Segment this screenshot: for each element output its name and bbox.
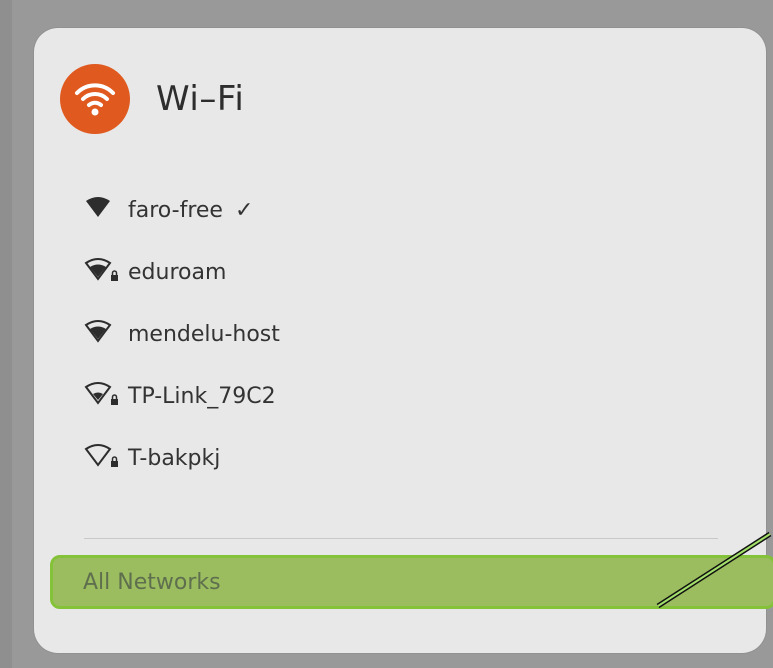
wifi-signal-low-secured-icon [84, 381, 124, 411]
pointer-arrow-icon [656, 531, 772, 609]
network-list: faro-free ✓ eduroam mendelu-host TP-Link… [84, 174, 280, 494]
wifi-title: Wi–Fi [156, 79, 245, 119]
network-name: T-bakpkj [128, 445, 221, 471]
divider [84, 538, 718, 539]
network-name: TP-Link_79C2 [128, 383, 276, 409]
checkmark-icon: ✓ [234, 197, 254, 223]
wifi-icon [75, 83, 115, 116]
wifi-signal-secured-icon [84, 257, 124, 287]
background-edge [0, 0, 12, 668]
screen: Wi–Fi faro-free ✓ eduroam mendelu-host T… [0, 0, 773, 668]
wifi-toggle-button[interactable] [60, 64, 130, 134]
network-name: faro-free [128, 197, 223, 223]
wifi-signal-medium-icon [84, 319, 124, 349]
wifi-header[interactable]: Wi–Fi [60, 64, 244, 134]
wifi-signal-none-secured-icon [84, 443, 124, 473]
wifi-signal-full-icon [84, 195, 124, 225]
network-name: eduroam [128, 259, 227, 285]
network-item-t-bakpkj[interactable]: T-bakpkj [84, 422, 280, 494]
all-networks-label: All Networks [83, 569, 221, 595]
network-name: mendelu-host [128, 321, 280, 347]
